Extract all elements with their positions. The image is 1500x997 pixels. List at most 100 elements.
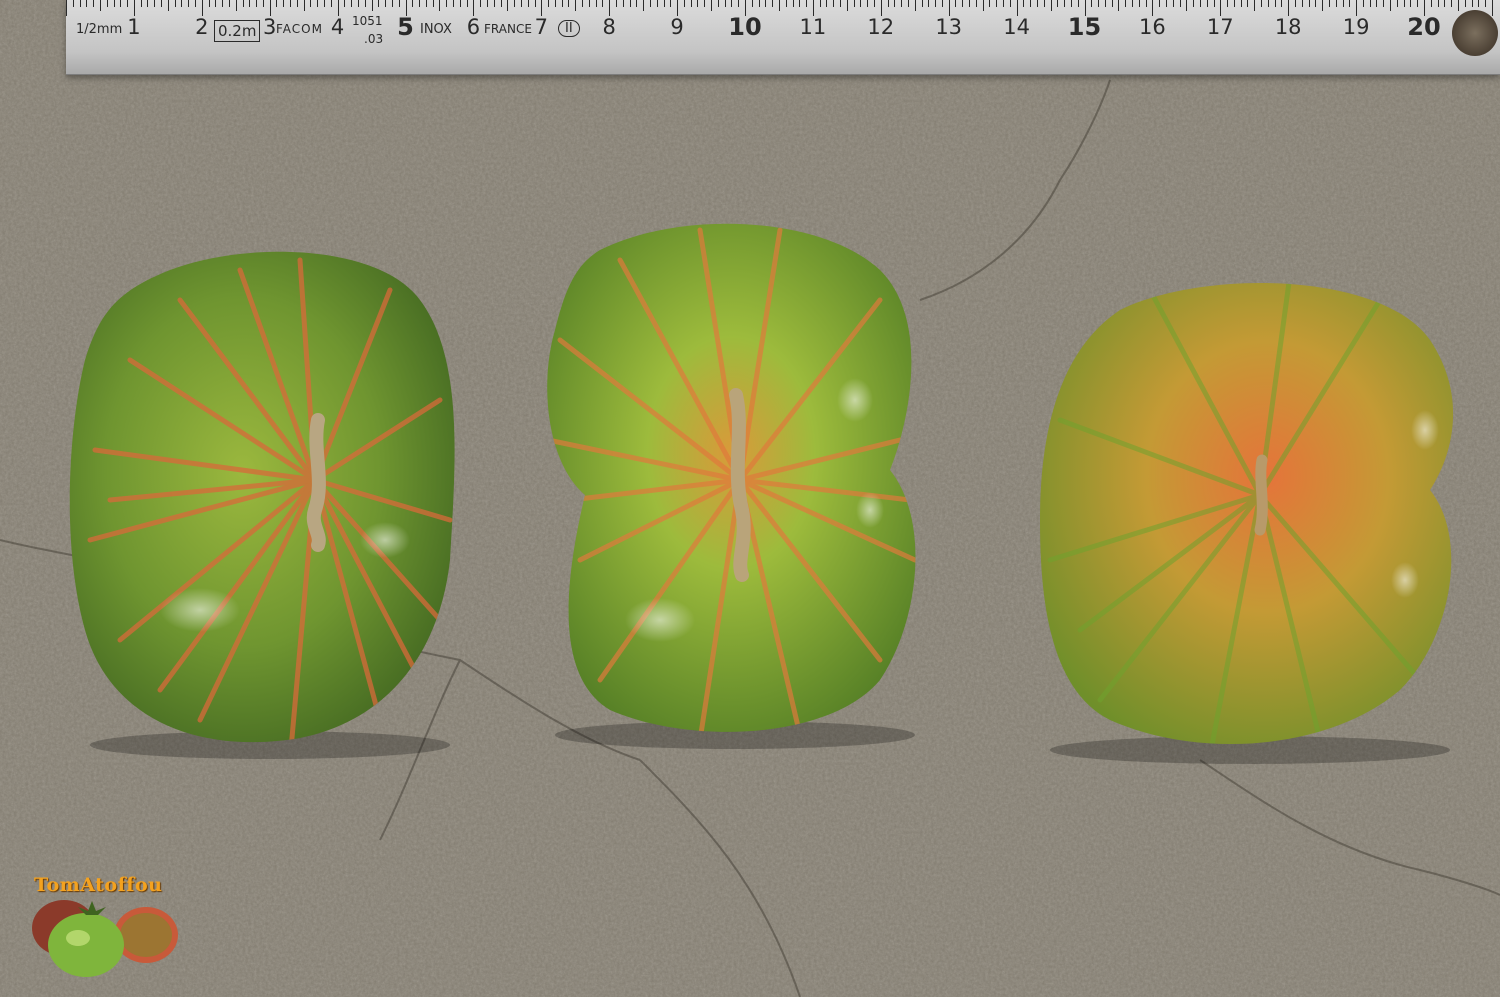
- ruler-tick: [996, 0, 998, 7]
- ruler-tick: [1376, 0, 1378, 7]
- ruler-tick: [697, 0, 699, 7]
- ruler-tick: [235, 0, 237, 11]
- ruler-tick: [1247, 0, 1249, 7]
- ruler-tick: [276, 0, 278, 7]
- ruler-tick: [595, 0, 597, 7]
- ruler-number: 6: [466, 15, 481, 39]
- ruler-tick: [188, 0, 190, 7]
- ruler-tick: [1254, 0, 1256, 11]
- ruler-tick: [534, 0, 536, 7]
- ruler-tick: [860, 0, 862, 7]
- ruler-tick: [677, 0, 679, 16]
- ruler-tick: [215, 0, 217, 7]
- ruler-tick: [385, 0, 387, 7]
- ruler-tick: [1179, 0, 1181, 7]
- ruler-tick: [656, 0, 658, 7]
- ruler-tick: [1050, 0, 1052, 11]
- ruler-tick: [1138, 0, 1140, 7]
- ruler-tick: [758, 0, 760, 7]
- ruler-class-mark: II: [558, 20, 580, 37]
- ruler-number: 12: [867, 15, 895, 39]
- ruler-tick: [1390, 0, 1392, 11]
- ruler-number: 7: [534, 15, 548, 39]
- ruler-tick: [615, 0, 617, 7]
- ruler-tick: [1315, 0, 1317, 7]
- ruler-tick: [670, 0, 672, 7]
- ruler-tick: [1240, 0, 1242, 7]
- ruler-tick: [269, 0, 271, 16]
- ruler-tick: [147, 0, 149, 7]
- ruler-tick: [371, 0, 373, 11]
- ruler-tick: [466, 0, 468, 7]
- ruler-tick: [174, 0, 176, 7]
- ruler-tick: [195, 0, 196, 7]
- ruler-tick: [1274, 0, 1276, 7]
- ruler-tick: [283, 0, 285, 7]
- ruler-number: 18: [1274, 15, 1302, 39]
- ruler-tick: [242, 0, 244, 7]
- ruler-tick: [907, 0, 909, 7]
- ruler-tick: [1132, 0, 1134, 7]
- ruler-tick: [473, 0, 475, 16]
- ruler-tick: [432, 0, 434, 7]
- ruler-tick: [867, 0, 869, 7]
- ruler-tick: [1064, 0, 1066, 7]
- ruler-tick: [480, 0, 482, 7]
- ruler-tick: [1294, 0, 1296, 7]
- ruler-tick: [751, 0, 753, 7]
- ruler-tick: [1437, 0, 1439, 7]
- ruler-tick: [765, 0, 767, 7]
- ruler-tick: [724, 0, 726, 7]
- ruler-tick: [1233, 0, 1235, 7]
- ruler-tick: [228, 0, 230, 7]
- ruler-tick: [1335, 0, 1337, 7]
- ruler-tick: [561, 0, 563, 7]
- measuring-ruler: 1 2 3 4 5 6 7 8 9 10 11 12 13 14 15 16 17 18 19 20 1/2mm 0.…: [66, 0, 1500, 75]
- ruler-material: INOX: [420, 22, 452, 37]
- ruler-tick: [1104, 0, 1106, 7]
- ruler-tick: [1016, 0, 1018, 16]
- ruler-tick: [582, 0, 584, 7]
- ruler-number: 15: [1067, 13, 1102, 41]
- ruler-tick: [1383, 0, 1385, 7]
- ruler-brand: FACOM: [276, 22, 323, 36]
- ruler-number: 14: [1003, 15, 1030, 39]
- ruler-tick: [1410, 0, 1412, 7]
- ruler-tick: [72, 0, 74, 7]
- ruler-tick: [948, 0, 950, 16]
- ruler-tick: [1356, 0, 1358, 16]
- ruler-model-bottom: .03: [364, 32, 384, 46]
- ruler-tick: [901, 0, 903, 7]
- ruler-tick: [568, 0, 570, 7]
- ruler-tick: [778, 0, 780, 11]
- ruler-tick: [208, 0, 210, 7]
- ruler-tick: [1322, 0, 1324, 11]
- ruler-tick: [1301, 0, 1303, 7]
- ruler-tick: [1349, 0, 1351, 7]
- ruler-tick: [1227, 0, 1229, 7]
- ruler-unit-label: 1/2mm: [76, 22, 123, 37]
- ruler-tick: [113, 0, 115, 7]
- ruler-tick: [66, 0, 67, 16]
- ruler-tick: [290, 0, 292, 7]
- ruler-tick: [880, 0, 882, 16]
- ruler-tick: [310, 0, 312, 7]
- ruler-number: 19: [1342, 15, 1370, 39]
- ruler-tick: [548, 0, 550, 7]
- ruler-tick: [296, 0, 298, 7]
- ruler-number: 1: [127, 15, 141, 39]
- ruler-tick: [154, 0, 156, 7]
- ruler-tick: [629, 0, 631, 7]
- ruler-tick: [133, 0, 135, 16]
- ruler-tick: [1213, 0, 1215, 7]
- ruler-tick: [303, 0, 305, 11]
- ruler-tick: [486, 0, 488, 7]
- ruler-tick: [256, 0, 258, 7]
- tomato-right: [1040, 282, 1454, 764]
- ruler-tick: [982, 0, 984, 11]
- ruler-tick: [86, 0, 88, 7]
- ruler-tick: [1491, 0, 1493, 16]
- ruler-tick: [853, 0, 855, 7]
- ruler-tick: [99, 0, 101, 11]
- ruler-tick: [1186, 0, 1188, 11]
